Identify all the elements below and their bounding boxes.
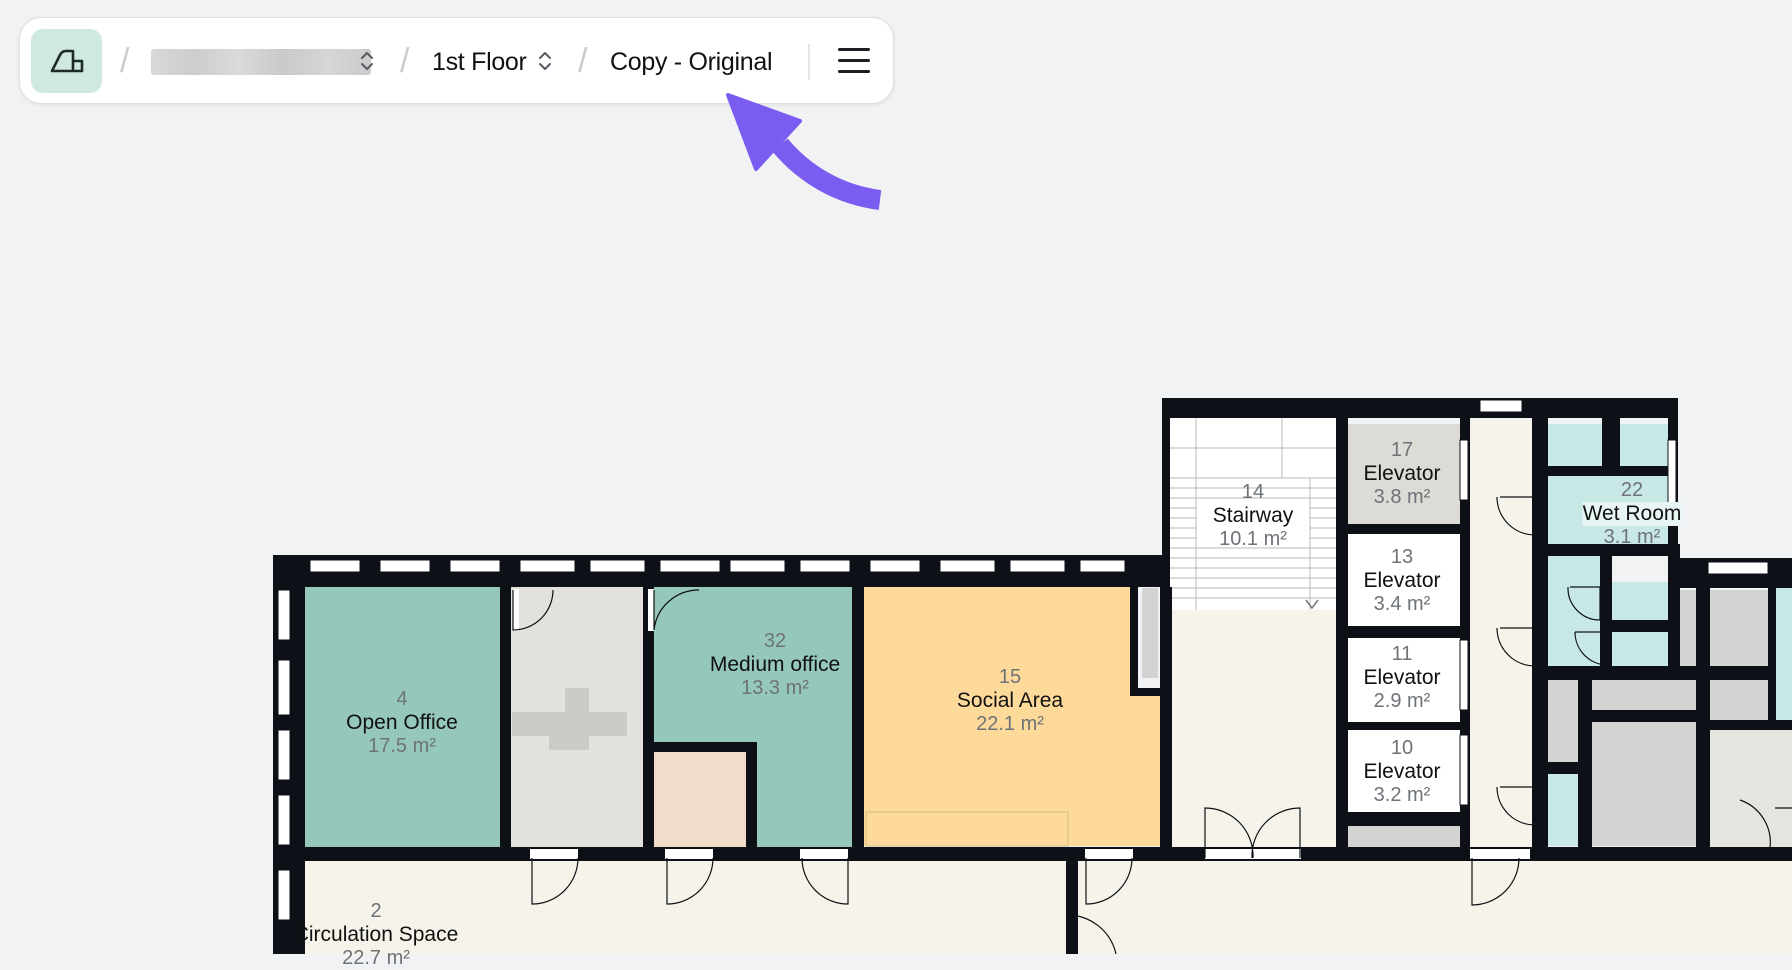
floor-selector[interactable]: 1st Floor: [432, 46, 527, 78]
home-button[interactable]: [31, 29, 102, 93]
room-name: Stairway: [1212, 504, 1294, 527]
room-gray-7[interactable]: [1142, 588, 1158, 678]
hamburger-menu-icon-line: [838, 48, 870, 51]
room-name: Elevator: [1363, 569, 1441, 592]
room-wc-2[interactable]: [1612, 582, 1668, 620]
room-gray-4[interactable]: [1710, 590, 1768, 720]
room-label-circulation-space: 2 Circulation Space 22.7 m²: [294, 900, 459, 970]
hamburger-menu-icon-line: [838, 70, 870, 73]
project-chevron-up-down-icon[interactable]: [359, 48, 375, 74]
room-name: Elevator: [1363, 462, 1441, 485]
corridor-vertical[interactable]: [1470, 420, 1532, 850]
room-wc-3[interactable]: [1612, 632, 1668, 666]
breadcrumb-separator: /: [120, 42, 130, 80]
room-area: 3.1 m²: [1603, 526, 1661, 549]
room-gray-3[interactable]: [1592, 722, 1696, 846]
room-area: 22.7 m²: [342, 947, 410, 970]
room-label-elevator-10: 10 Elevator 3.2 m²: [1363, 737, 1440, 807]
breadcrumb-separator: /: [400, 42, 410, 80]
room-label-elevator-11: 11 Elevator 2.9 m²: [1363, 643, 1440, 713]
room-name: Wet Room: [1582, 502, 1682, 527]
room-label-wet-room: 22 Wet Room 3.1 m²: [1582, 479, 1682, 549]
hamburger-menu-icon-line: [838, 59, 870, 62]
room-name: Social Area: [956, 689, 1064, 712]
room-label-elevator-13: 13 Elevator 3.4 m²: [1363, 546, 1440, 616]
room-small-peach[interactable]: [652, 750, 746, 847]
room-circulation-space[interactable]: [300, 858, 1792, 954]
version-name[interactable]: Copy - Original: [610, 46, 773, 78]
project-name-redacted[interactable]: ████████████: [151, 49, 371, 75]
room-area: 2.9 m²: [1373, 690, 1431, 713]
room-wc-5[interactable]: [1776, 588, 1792, 720]
room-label-social-area: 15 Social Area 22.1 m²: [957, 666, 1063, 736]
floor-chevron-up-down-icon[interactable]: [537, 48, 553, 74]
floorplan-home-icon: [50, 49, 83, 73]
room-elevator-base: [1348, 826, 1460, 848]
room-name: Medium office: [709, 653, 841, 676]
room-number: 2: [370, 900, 382, 922]
room-name: Elevator: [1363, 760, 1441, 783]
room-label-medium-office: 32 Medium office 13.3 m²: [710, 630, 840, 700]
menu-button[interactable]: [835, 44, 875, 78]
room-area: 3.8 m²: [1373, 486, 1431, 509]
room-area: 3.2 m²: [1373, 784, 1431, 807]
room-area: 17.5 m²: [368, 735, 436, 758]
room-number: 17: [1390, 439, 1414, 461]
room-gray-6[interactable]: [1710, 730, 1792, 848]
room-name: Elevator: [1363, 666, 1441, 689]
room-area: 13.3 m²: [741, 677, 809, 700]
room-label-open-office: 4 Open Office 17.5 m²: [346, 688, 458, 758]
breadcrumb-separator: /: [578, 42, 588, 80]
room-number: 15: [998, 666, 1022, 688]
room-number: 11: [1391, 643, 1413, 665]
toolbar-divider: [808, 44, 810, 80]
room-number: 13: [1390, 546, 1414, 568]
room-area: 10.1 m²: [1219, 528, 1287, 551]
room-number: 10: [1390, 737, 1414, 759]
room-label-stairway: 14 Stairway 10.1 m²: [1213, 481, 1294, 551]
room-wet-room-top-right[interactable]: [1620, 424, 1668, 466]
room-number: 4: [396, 688, 408, 710]
pointer-arrow-icon: [726, 93, 882, 210]
room-number: 14: [1241, 481, 1265, 503]
room-wc-1[interactable]: [1548, 556, 1600, 666]
room-number: 32: [763, 630, 787, 652]
corridor-core[interactable]: [1172, 610, 1337, 850]
room-area: 3.4 m²: [1373, 593, 1431, 616]
room-area: 22.1 m²: [976, 713, 1044, 736]
room-gray-2[interactable]: [1592, 680, 1696, 710]
room-number: 22: [1620, 479, 1644, 501]
room-wet-room-top-left[interactable]: [1548, 424, 1602, 466]
room-gray-5[interactable]: [1680, 590, 1696, 666]
room-gray-1[interactable]: [1548, 680, 1578, 762]
room-wc-4[interactable]: [1548, 774, 1578, 846]
room-label-elevator-17: 17 Elevator 3.8 m²: [1363, 439, 1440, 509]
room-name: Circulation Space: [293, 923, 459, 946]
room-name: Open Office: [346, 711, 458, 734]
